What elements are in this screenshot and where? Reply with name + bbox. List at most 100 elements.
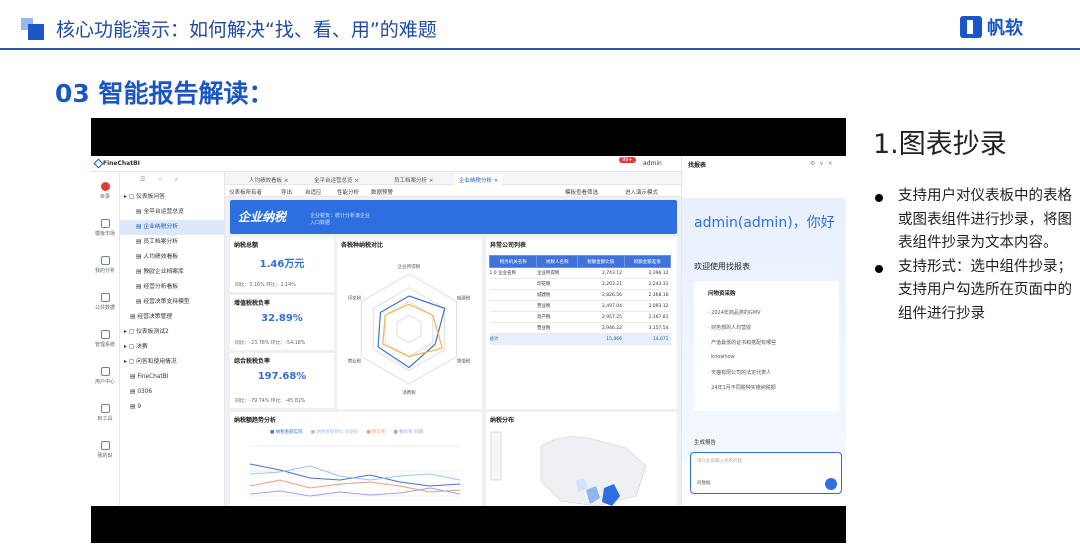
suggested-question[interactable]: · knowhow (708, 354, 735, 360)
kpi-card[interactable]: 增值税税负率 32.89% 同比：-23.78% 环比：-54.18% (230, 295, 334, 350)
toolbar-item[interactable]: 数据预警 (371, 188, 393, 196)
nav-item[interactable]: 用户中心 (91, 357, 119, 394)
toolbar-item[interactable]: 导出 (281, 188, 292, 196)
kpi-title: 增值税税负率 (234, 300, 271, 307)
dashboard-banner: 企业纳税 企业税负：统计分析该企业入口数据 (230, 200, 677, 234)
table-cell (489, 300, 537, 312)
table-cell: 2,826.56 (577, 289, 625, 301)
nav-item[interactable]: BI工具 (91, 394, 119, 431)
tree-item[interactable]: ▤ 经营分析看板 (120, 280, 224, 295)
user-menu[interactable]: admin (643, 160, 662, 167)
description-list: 支持用户对仪表板中的表格或图表组件进行抄录，将图表组件抄录为文本内容。 支持形式… (873, 185, 1073, 326)
radar-label: 增值税 (457, 358, 471, 365)
toolbar-item[interactable]: 仪表板所有者 (229, 188, 262, 196)
tree-item[interactable]: ▤ 0306 (120, 385, 224, 400)
table-cell (489, 322, 537, 334)
generate-report-button[interactable]: 生成报告 (694, 438, 716, 446)
dashboard-toolbar: 仪表板所有者 导出 自适应 性能分析 数据预警 模板查看筛选 进入演示模式 (225, 185, 681, 197)
tree-item[interactable]: ▤ 经营决策管理 (120, 310, 224, 325)
tab-item[interactable]: 人均绩效看板 × (245, 174, 292, 185)
nav-item[interactable]: 我的BI (91, 431, 119, 468)
suggested-question[interactable]: · 2024年商品类的GMV (708, 309, 761, 316)
table-cell: 2,243.31 (624, 278, 671, 290)
tree-item[interactable]: ▸ ▢ 仪表板问答 (120, 190, 224, 205)
find-report-panel: 找报表 ⚙∨× admin(admin)，你好 欢迎使用找报表 问物资采购 · … (681, 156, 846, 506)
notice-badge[interactable]: 99+ (619, 157, 636, 163)
nav-icon (100, 440, 110, 450)
suggest-box: 问物资采购 · 2024年商品类的GMV · 财务部的人均营收 · 产值最低的证书和… (694, 281, 839, 411)
tab-item[interactable]: 员工档案分析 × (390, 174, 437, 185)
table-cell: 营业税 (536, 322, 578, 334)
tree-item[interactable]: ▤ FineChatBI (120, 370, 224, 385)
tree-item[interactable]: ▤ 经营决策支持模型 (120, 295, 224, 310)
suggested-question[interactable]: · 24年1月不同税种实缴纳税额 (708, 384, 776, 391)
brand-logo: 帆软 (960, 14, 1023, 40)
legend-item: ■ 税负率 同期 (393, 430, 424, 435)
nav-item[interactable]: 公共数据 (91, 283, 119, 320)
slide-header: 核心功能演示：如何解决“找、看、用”的难题 帆软 (0, 0, 1080, 50)
table-header: 税额金额差值 (623, 255, 672, 268)
trend-card[interactable]: 纳税额趋势分析 ■ 纳税金额实际 ■ 纳税金额目标 同期值 ■ 税负率 ■ 税负率 同… (230, 412, 482, 506)
tree-item[interactable]: ▤ 9 (120, 400, 224, 415)
description-panel: 1.图表抄录 支持用户对仪表板中的表格或图表组件进行抄录，将图表组件抄录为文本内… (873, 122, 1073, 326)
send-icon[interactable] (825, 478, 837, 490)
table-row: 营业税 2,946.22 3,157.54 (489, 322, 671, 334)
logo-icon (960, 16, 982, 38)
tree-item[interactable]: ▤ 教欧企业档案库 (120, 265, 224, 280)
ask-data-button[interactable]: 问数据 (697, 480, 711, 486)
suggested-question[interactable]: · 产值最低的证书和搭配有哪些 (708, 339, 776, 346)
kpi-yoy: 同比：3.16% 环比：2.14% (235, 283, 296, 288)
nav-label: 模板市场 (94, 230, 115, 237)
radar-label: 消费税 (402, 389, 416, 396)
table-cell: 1.0 企业名称 (489, 267, 537, 279)
nav-label: 公共数据 (94, 304, 115, 311)
tree-item[interactable]: ▸ ▢ 问答和使用情况 (120, 355, 224, 370)
map-card[interactable]: 纳税分布 (486, 412, 677, 506)
toolbar-item[interactable]: 性能分析 (337, 188, 359, 196)
demo-video[interactable]: FineChatBI 99+ admin 目录 模板市场 我的分析 公共数据 管理系统用… (91, 118, 846, 543)
radar-card[interactable]: 各税种纳税对比 企业所得税 城建税 增值税 消费税 营业税 印花税 (337, 237, 482, 409)
tree-item[interactable]: ▸ ▢ 决赛 (120, 340, 224, 355)
table-card[interactable]: 异常公司列表 税务机关名称 纳税人名称 税额金额比值 税额金额差值 1.0 企业名称 企业… (486, 237, 677, 409)
legend-item: ■ 纳税金额目标 同期值 (310, 430, 359, 435)
kpi-card[interactable]: 综合税税负率 197.68% 同比：-79.74% 环比：-45.81% (230, 353, 334, 408)
nav-icon (100, 366, 110, 376)
tab-item[interactable]: 全平台运营总览 × (310, 174, 363, 185)
nav-item[interactable]: 模板市场 (91, 209, 119, 246)
table-cell (489, 289, 537, 301)
kpi-card[interactable]: 纳税总额 1.46万元 同比：3.16% 环比：2.14% (230, 237, 334, 292)
kpi-title: 综合税税负率 (234, 358, 271, 365)
tree-item[interactable]: ▤ 人均绩效看板 (120, 250, 224, 265)
list-icon[interactable]: ☰ (140, 176, 145, 190)
nav-item[interactable]: 目录 (91, 172, 119, 209)
tab-item[interactable]: 企业纳税分析 × (455, 174, 503, 185)
input-placeholder: 请在此处输入你的问题 (697, 459, 742, 464)
left-nav: 目录模板市场我的分析公共数据管理系统 用户中心 BI工具 我的BI (91, 172, 120, 506)
trend-chart (249, 445, 461, 497)
suggested-question[interactable]: · 天猫有限公司的法定代表人 (708, 369, 771, 376)
table-header: 纳税人名称 (536, 255, 579, 268)
table-cell: 3,157.54 (624, 322, 671, 334)
table-row: 城建税 2,826.56 2,368.16 (489, 289, 671, 301)
toolbar-item[interactable]: 自适应 (305, 188, 322, 196)
nav-icon (100, 292, 110, 302)
tree-item[interactable]: ▸ ▢ 仪表板测试2 (120, 325, 224, 340)
greeting: admin(admin)，你好 (694, 215, 835, 231)
question-input[interactable]: 请在此处输入你的问题 问数据 (690, 452, 842, 494)
toolbar-item[interactable]: 进入演示模式 (625, 188, 658, 196)
table-cell: 城建税 (536, 289, 578, 301)
tree-item[interactable]: ▤ 员工档案分析 (120, 235, 224, 250)
star-icon[interactable]: ☆ (157, 176, 162, 190)
nav-label: 我的分析 (94, 267, 115, 274)
kpi-value: 197.68% (257, 371, 307, 382)
search-icon[interactable]: ⌕ (175, 176, 178, 190)
nav-item[interactable]: 我的分析 (91, 246, 119, 283)
legend-item: ■ 税负率 (366, 430, 386, 435)
nav-item[interactable]: 管理系统 (91, 320, 119, 357)
panel-controls[interactable]: ⚙∨× (810, 160, 837, 167)
tree-item[interactable]: ▤ 全平台运营总览 (120, 205, 224, 220)
tab-bar: 人均绩效看板 × 全平台运营总览 × 员工档案分析 × 企业纳税分析 × (225, 172, 681, 185)
toolbar-item[interactable]: 模板查看筛选 (565, 188, 598, 196)
suggested-question[interactable]: · 财务部的人均营收 (708, 324, 751, 331)
tree-item[interactable]: ▤ 企业纳税分析 (120, 220, 224, 235)
